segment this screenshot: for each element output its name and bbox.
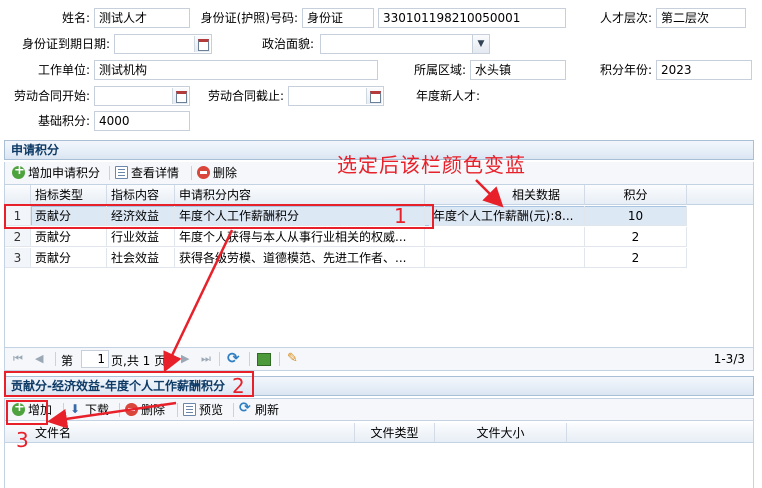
preview-icon: [183, 403, 196, 416]
toolbar-divider: [63, 403, 64, 417]
id-expiry-label: 身份证到期日期:: [21, 37, 110, 51]
cell-score: 10: [585, 206, 687, 226]
view-details-button[interactable]: 查看详情: [115, 165, 179, 181]
prev-page-icon[interactable]: ◀: [35, 352, 43, 365]
cell-content[interactable]: 社会效益: [107, 248, 175, 268]
column-header-item[interactable]: 申请积分内容: [175, 185, 425, 205]
delete-icon: [125, 403, 138, 416]
row-number: 3: [5, 248, 31, 268]
column-header-filler: [687, 185, 753, 205]
page-range: 1-3/3: [713, 352, 745, 366]
workplace-label: 工作单位:: [37, 63, 90, 77]
score-year-label: 积分年份:: [599, 63, 652, 77]
calendar-icon[interactable]: [172, 88, 188, 104]
page-input[interactable]: 1: [81, 350, 109, 368]
files-grid: 文件名 文件类型 文件大小: [4, 420, 754, 488]
pager-divider: [55, 352, 56, 366]
annotation-box-add: [6, 400, 48, 425]
add-icon: [12, 163, 25, 179]
contract-end-date-field[interactable]: [288, 86, 384, 106]
annotation-box-title: [4, 371, 254, 397]
idcard-type-field[interactable]: 身份证: [302, 8, 374, 28]
calendar-icon[interactable]: [366, 88, 382, 104]
refresh-button[interactable]: 刷新: [239, 400, 279, 418]
pager-divider: [279, 352, 280, 366]
download-icon: [69, 401, 82, 417]
cell-score[interactable]: 2: [585, 227, 687, 247]
delete-file-button[interactable]: 删除: [125, 402, 165, 418]
column-header-filesize[interactable]: 文件大小: [435, 423, 567, 443]
cell-data[interactable]: [425, 248, 585, 268]
column-header-filler: [567, 423, 753, 443]
score-year-field[interactable]: 2023: [656, 60, 752, 80]
column-header-data[interactable]: 相关数据: [425, 185, 585, 205]
export-icon[interactable]: [257, 353, 271, 366]
annotation-number-2: 2: [232, 374, 245, 398]
cell-content[interactable]: 行业效益: [107, 227, 175, 247]
column-header-score[interactable]: 积分: [585, 185, 687, 205]
delete-icon: [197, 166, 210, 179]
name-field[interactable]: 测试人才: [94, 8, 190, 28]
toolbar-divider: [191, 166, 192, 180]
annotation-number-3: 3: [16, 428, 29, 452]
column-header-rownum: [5, 185, 31, 205]
page-label: 第: [61, 354, 74, 368]
talent-level-field[interactable]: 第二层次: [656, 8, 746, 28]
talent-level-label: 人才层次:: [599, 11, 652, 25]
contract-start-date-field[interactable]: [94, 86, 190, 106]
last-page-icon[interactable]: ⏭: [201, 352, 211, 366]
id-expiry-date-field[interactable]: [114, 34, 212, 54]
apply-pager: ⏮ ◀ 第 1 页,共 1 页 ▶ ⏭ ⟳ ✎ 1-3/3: [4, 347, 754, 371]
column-header-filetype[interactable]: 文件类型: [355, 423, 435, 443]
column-header-type[interactable]: 指标类型: [31, 185, 107, 205]
toolbar-divider: [177, 403, 178, 417]
files-toolbar: 增加 下载 删除 预览 刷新: [4, 398, 754, 420]
page-total-label: 页,共 1 页: [111, 354, 167, 368]
pager-divider: [219, 352, 220, 366]
annotation-note: 选定后该栏颜色变蓝: [337, 153, 526, 177]
cell-data[interactable]: [425, 227, 585, 247]
cell-item[interactable]: 获得各级劳模、道德模范、先进工作者、...: [175, 248, 425, 268]
contract-start-label: 劳动合同开始:: [13, 89, 90, 103]
workplace-field[interactable]: 测试机构: [94, 60, 378, 80]
political-label: 政治面貌:: [261, 37, 314, 51]
annual-new-label: 年度新人才:: [415, 89, 480, 103]
political-select[interactable]: ▼: [320, 34, 490, 54]
idcard-number-field[interactable]: 330101198210050001: [378, 8, 566, 28]
cell-item[interactable]: 年度个人获得与本人从事行业相关的权威...: [175, 227, 425, 247]
calendar-icon[interactable]: [194, 36, 210, 52]
edit-icon[interactable]: ✎: [287, 351, 298, 366]
delete-apply-button[interactable]: 删除: [197, 165, 237, 181]
chevron-down-icon[interactable]: ▼: [472, 35, 489, 53]
cell-data: 年度个人工作薪酬(元):8...: [429, 206, 585, 226]
base-score-label: 基础积分:: [37, 114, 90, 128]
toolbar-divider: [119, 403, 120, 417]
first-page-icon[interactable]: ⏮: [13, 352, 23, 366]
cell-type[interactable]: 贡献分: [31, 248, 107, 268]
add-apply-button[interactable]: 增加申请积分: [12, 163, 100, 181]
annotation-number-1: 1: [394, 204, 407, 228]
row-number: 2: [5, 227, 31, 247]
refresh-icon[interactable]: ⟳: [227, 349, 240, 367]
base-score-field[interactable]: 4000: [94, 111, 190, 131]
idcard-label: 身份证(护照)号码:: [200, 11, 298, 25]
pager-divider: [249, 352, 250, 366]
download-button[interactable]: 下载: [69, 401, 109, 418]
toolbar-divider: [109, 166, 110, 180]
annotation-box-row: [4, 204, 434, 229]
cell-score[interactable]: 2: [585, 248, 687, 268]
details-icon: [115, 166, 128, 179]
region-field[interactable]: 水头镇: [470, 60, 566, 80]
column-header-content[interactable]: 指标内容: [107, 185, 175, 205]
region-label: 所属区域:: [413, 63, 466, 77]
next-page-icon[interactable]: ▶: [181, 352, 189, 365]
contract-end-label: 劳动合同截止:: [207, 89, 284, 103]
toolbar-divider: [233, 403, 234, 417]
refresh-icon: [239, 400, 252, 416]
column-header-filename[interactable]: 文件名: [5, 423, 355, 443]
cell-type[interactable]: 贡献分: [31, 227, 107, 247]
preview-button[interactable]: 预览: [183, 402, 223, 418]
name-label: 姓名:: [61, 11, 90, 25]
